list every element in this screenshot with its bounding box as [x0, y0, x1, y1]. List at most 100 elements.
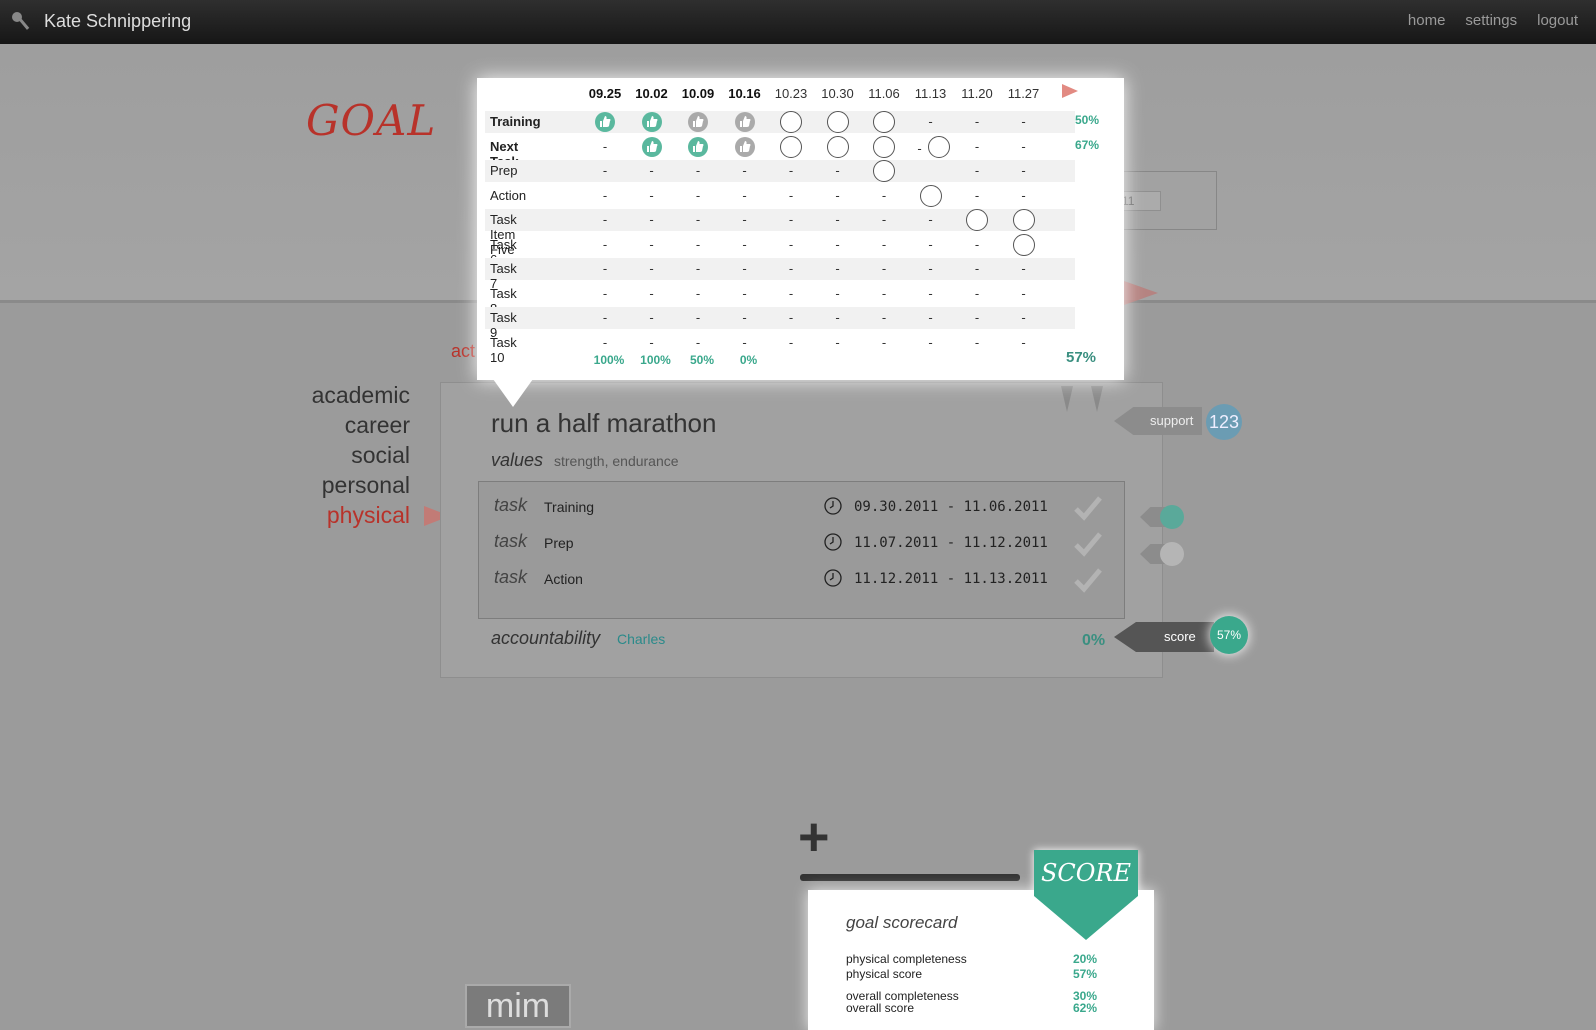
thumbs-up-icon[interactable] — [734, 136, 755, 157]
category-social[interactable]: social — [270, 440, 410, 470]
task-label: task — [494, 531, 528, 551]
tracker-task-name[interactable]: Action — [490, 188, 526, 203]
check-icon[interactable] — [1074, 531, 1102, 557]
clock-icon — [824, 569, 842, 587]
category-physical[interactable]: physical — [270, 500, 410, 530]
week-column-header: 11.27 — [1007, 86, 1040, 101]
column-percentage: 0% — [739, 353, 758, 367]
thumbs-up-icon[interactable] — [641, 136, 662, 157]
task-row[interactable]: task Prep 11.07.2011 - 11.12.2011 — [494, 531, 1114, 561]
week-column-header: 09.25 — [588, 86, 622, 101]
tracker-cell-open[interactable] — [864, 135, 904, 159]
task-dates: 11.07.2011 - 11.12.2011 — [854, 535, 1048, 551]
tracker-cell-open[interactable] — [957, 208, 997, 232]
tracker-cell-open[interactable] — [864, 110, 904, 134]
column-percentage: 100% — [640, 353, 671, 367]
task-row[interactable]: task Training 09.30.2011 - 11.06.2011 — [494, 495, 1114, 525]
week-column-header: 11.13 — [914, 86, 947, 101]
bottom-card-label[interactable]: mim — [465, 984, 571, 1028]
goal-completion: 0% — [1082, 632, 1106, 649]
tracker-cell-open[interactable]: - — [911, 135, 951, 159]
tracker-cell-open[interactable] — [771, 135, 811, 159]
thumbs-up-icon[interactable] — [688, 136, 708, 157]
nav-logout-link[interactable]: logout — [1537, 12, 1578, 29]
pin-icon[interactable] — [1060, 386, 1074, 412]
tracker-cell-thumb[interactable] — [585, 110, 625, 134]
week-column-header: 10.16 — [728, 86, 761, 101]
week-column-header: 10.23 — [774, 86, 808, 101]
empty-circle-icon[interactable] — [780, 111, 802, 133]
empty-circle-icon[interactable] — [1012, 233, 1035, 256]
column-percentage: 50% — [689, 353, 715, 367]
tracker-cell-empty: - — [1021, 334, 1026, 350]
empty-circle-icon[interactable] — [873, 135, 895, 158]
score-label: score — [1114, 622, 1214, 652]
tracker-cell-thumb[interactable] — [632, 110, 672, 134]
support-tag[interactable]: support 123 — [1114, 404, 1242, 440]
thumbs-up-icon[interactable] — [1160, 505, 1184, 529]
top-nav: home settings logout — [1408, 12, 1578, 29]
thumbs-up-icon[interactable] — [734, 112, 755, 132]
tracker-cell-open[interactable] — [818, 135, 858, 159]
empty-circle-icon[interactable] — [927, 135, 950, 158]
thumbs-up-icon[interactable] — [1160, 542, 1184, 566]
empty-circle-icon[interactable] — [966, 209, 988, 231]
next-arrow-icon[interactable] — [1124, 281, 1158, 305]
category-career[interactable]: career — [270, 410, 410, 440]
task-label: task — [494, 567, 528, 587]
tracker-task-name[interactable]: Prep — [490, 163, 517, 178]
tracker-cell-empty: - — [881, 334, 887, 350]
week-column-header: 11.20 — [961, 86, 993, 101]
support-label: support — [1114, 407, 1202, 435]
accountability-partner-link[interactable]: Charles — [617, 631, 665, 647]
task-row[interactable]: task Action 11.12.2011 - 11.13.2011 — [494, 567, 1114, 597]
scorecard-row-label: overall score — [846, 1001, 915, 1015]
score-banner: SCORE — [1034, 850, 1138, 896]
empty-circle-icon[interactable] — [873, 160, 895, 182]
user-name[interactable]: Kate Schnippering — [44, 11, 191, 32]
empty-circle-icon[interactable] — [826, 111, 849, 133]
scorecard-title: goal scorecard — [846, 913, 958, 932]
tracker-cell-open[interactable] — [1004, 208, 1044, 232]
tracker-cell-thumb[interactable] — [632, 135, 672, 159]
next-weeks-arrow-icon[interactable] — [1062, 84, 1078, 98]
tracker-task-name[interactable]: Task 10 — [490, 335, 517, 365]
active-section-label: act — [451, 341, 476, 361]
nav-settings-link[interactable]: settings — [1465, 12, 1517, 29]
empty-circle-icon[interactable] — [780, 135, 802, 158]
tracker-cell-open[interactable] — [818, 110, 858, 134]
tracker-cell-open[interactable] — [864, 159, 904, 183]
task-label: task — [494, 495, 528, 515]
thumbs-up-icon[interactable] — [595, 112, 615, 132]
tracker-task-name[interactable]: Training — [490, 114, 541, 129]
tracker-cell-empty: - — [974, 334, 980, 350]
tracker-cell-open[interactable] — [771, 110, 811, 134]
nav-home-link[interactable]: home — [1408, 12, 1446, 29]
tracker-cell-thumb[interactable] — [678, 110, 718, 134]
category-academic[interactable]: academic — [270, 380, 410, 410]
clock-icon — [824, 533, 842, 551]
empty-circle-icon[interactable] — [826, 135, 849, 158]
thumbs-up-icon[interactable] — [641, 112, 662, 132]
thumbs-up-icon[interactable] — [688, 112, 708, 132]
tracker-cell-open[interactable] — [1004, 233, 1044, 257]
task-name: Training — [544, 499, 595, 515]
support-count: 123 — [1206, 404, 1242, 440]
scorecard-row-value: 62% — [1073, 1001, 1098, 1015]
tracker-cell-open[interactable] — [911, 184, 951, 208]
empty-circle-icon[interactable] — [919, 184, 942, 207]
empty-circle-icon[interactable] — [1012, 209, 1035, 231]
empty-circle-icon[interactable] — [873, 111, 895, 133]
tracker-cell-thumb[interactable] — [678, 135, 718, 159]
check-icon[interactable] — [1074, 495, 1102, 521]
task-name: Action — [544, 571, 583, 587]
values-label: values — [491, 450, 544, 470]
tracker-cell-thumb[interactable] — [725, 135, 765, 159]
tracker-cell-thumb[interactable] — [725, 110, 765, 134]
check-icon[interactable] — [1074, 567, 1102, 593]
category-personal[interactable]: personal — [270, 470, 410, 500]
pin-icon[interactable] — [1090, 386, 1104, 412]
popup-pointer — [493, 379, 533, 407]
goal-name[interactable]: run a half marathon — [491, 408, 716, 439]
period-select[interactable]: 11 — [1118, 191, 1161, 211]
